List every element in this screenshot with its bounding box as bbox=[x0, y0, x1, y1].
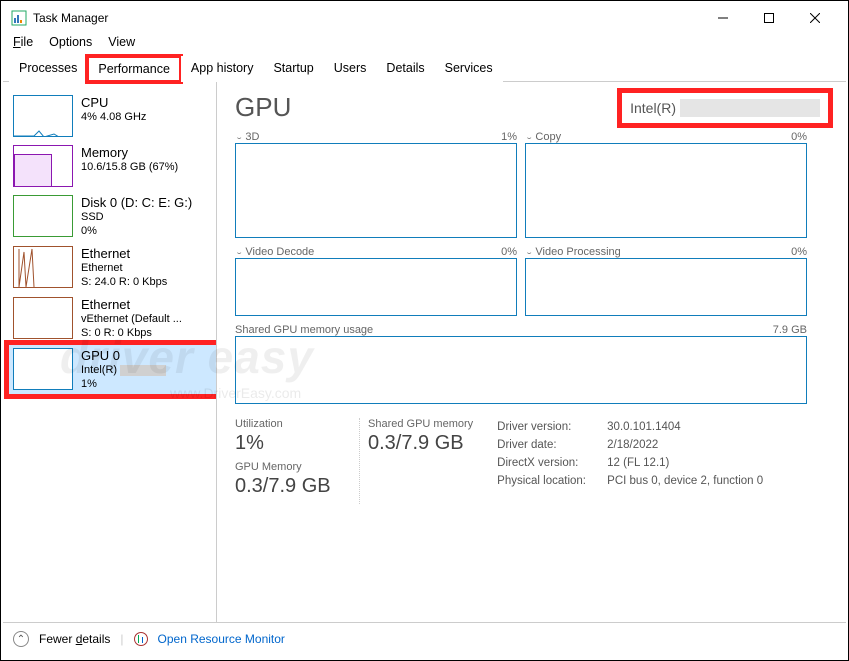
eth2-l1: vEthernet (Default ... bbox=[81, 312, 182, 326]
tab-users[interactable]: Users bbox=[324, 56, 377, 82]
sidebar-ethernet-1[interactable]: EthernetEthernetS: 24.0 R: 0 Kbps bbox=[9, 243, 216, 292]
main-title: GPU bbox=[235, 92, 291, 123]
menu-view[interactable]: View bbox=[108, 35, 135, 49]
device-redacted bbox=[680, 99, 820, 117]
chart-shared-label: Shared GPU memory usage bbox=[235, 324, 373, 336]
gpu-l2: 1% bbox=[81, 377, 166, 391]
ethernet2-thumb-icon bbox=[13, 297, 73, 339]
sidebar-gpu0[interactable]: GPU 0Intel(R)1% bbox=[9, 345, 216, 394]
dx-l: DirectX version: bbox=[497, 454, 607, 472]
dd-l: Driver date: bbox=[497, 436, 607, 454]
drv-l: Driver version: bbox=[497, 418, 607, 436]
disk-l1: SSD bbox=[81, 210, 192, 224]
shared-mem-value: 0.3/7.9 GB bbox=[368, 432, 473, 455]
dd-v: 2/18/2022 bbox=[607, 439, 658, 451]
tab-bar: Processes Performance App history Startu… bbox=[3, 55, 846, 82]
performance-main: GPU Intel(R) ⌄3D1% ⌄Copy0% ⌄Video Decode… bbox=[217, 82, 846, 622]
menu-file[interactable]: File bbox=[13, 35, 33, 49]
sidebar-memory[interactable]: Memory10.6/15.8 GB (67%) bbox=[9, 142, 216, 190]
chart-shared-memory[interactable] bbox=[235, 336, 807, 404]
tab-performance[interactable]: Performance bbox=[87, 56, 181, 82]
footer: ⌃ Fewer details | Open Resource Monitor bbox=[3, 622, 846, 655]
sidebar-cpu[interactable]: CPU4% 4.08 GHz bbox=[9, 92, 216, 140]
utilization-value: 1% bbox=[235, 432, 335, 455]
memory-thumb-icon bbox=[13, 145, 73, 187]
cpu-name: CPU bbox=[81, 96, 146, 110]
cpu-thumb-icon bbox=[13, 95, 73, 137]
fewer-details-chevron-icon[interactable]: ⌃ bbox=[13, 631, 29, 647]
open-resource-monitor-link[interactable]: Open Resource Monitor bbox=[158, 632, 285, 646]
chart-copy[interactable] bbox=[525, 143, 807, 238]
utilization-label: Utilization bbox=[235, 418, 335, 430]
disk-name: Disk 0 (D: C: E: G:) bbox=[81, 196, 192, 210]
gpu-thumb-icon bbox=[13, 348, 73, 390]
chart-vdec-pct: 0% bbox=[501, 246, 517, 258]
minimize-button[interactable] bbox=[700, 3, 746, 33]
disk-thumb-icon bbox=[13, 195, 73, 237]
disk-l2: 0% bbox=[81, 224, 192, 238]
sidebar-disk0[interactable]: Disk 0 (D: C: E: G:)SSD0% bbox=[9, 192, 216, 241]
close-button[interactable] bbox=[792, 3, 838, 33]
tab-processes[interactable]: Processes bbox=[9, 56, 87, 82]
eth1-l2: S: 24.0 R: 0 Kbps bbox=[81, 275, 167, 289]
menubar: File Options View bbox=[3, 33, 846, 55]
gpu-name: GPU 0 bbox=[81, 349, 166, 363]
titlebar: Task Manager bbox=[3, 3, 846, 33]
maximize-button[interactable] bbox=[746, 3, 792, 33]
chart-3d-pct: 1% bbox=[501, 131, 517, 143]
tab-startup[interactable]: Startup bbox=[263, 56, 323, 82]
fewer-details-link[interactable]: Fewer details bbox=[39, 632, 110, 646]
cpu-stat: 4% 4.08 GHz bbox=[81, 110, 146, 124]
tab-details[interactable]: Details bbox=[376, 56, 434, 82]
chart-video-processing[interactable] bbox=[525, 258, 807, 316]
task-manager-icon bbox=[11, 10, 27, 26]
chart-video-decode[interactable] bbox=[235, 258, 517, 316]
menu-options[interactable]: Options bbox=[49, 35, 92, 49]
memory-name: Memory bbox=[81, 146, 178, 160]
gpu-memory-value: 0.3/7.9 GB bbox=[235, 475, 335, 498]
eth1-name: Ethernet bbox=[81, 247, 167, 261]
performance-sidebar: CPU4% 4.08 GHz Memory10.6/15.8 GB (67%) … bbox=[3, 82, 217, 622]
resource-monitor-icon bbox=[134, 632, 148, 646]
eth2-name: Ethernet bbox=[81, 298, 182, 312]
chart-vproc-pct: 0% bbox=[791, 246, 807, 258]
gpu-l1: Intel(R) bbox=[81, 363, 117, 377]
chart-shared-max: 7.9 GB bbox=[773, 324, 807, 336]
sidebar-ethernet-2[interactable]: EthernetvEthernet (Default ...S: 0 R: 0 … bbox=[9, 294, 216, 343]
gpu-device-name: Intel(R) bbox=[622, 93, 828, 123]
chart-vdec-label[interactable]: Video Decode bbox=[245, 246, 314, 258]
drv-v: 30.0.101.1404 bbox=[607, 421, 681, 433]
chart-copy-pct: 0% bbox=[791, 131, 807, 143]
tab-services[interactable]: Services bbox=[435, 56, 503, 82]
chart-3d[interactable] bbox=[235, 143, 517, 238]
chart-3d-label[interactable]: 3D bbox=[245, 131, 259, 143]
pl-l: Physical location: bbox=[497, 472, 607, 490]
dx-v: 12 (FL 12.1) bbox=[607, 457, 669, 469]
memory-stat: 10.6/15.8 GB (67%) bbox=[81, 160, 178, 174]
ethernet-thumb-icon bbox=[13, 246, 73, 288]
eth2-l2: S: 0 R: 0 Kbps bbox=[81, 326, 182, 340]
tab-app-history[interactable]: App history bbox=[181, 56, 264, 82]
shared-mem-label: Shared GPU memory bbox=[368, 418, 473, 430]
eth1-l1: Ethernet bbox=[81, 261, 167, 275]
chart-vproc-label[interactable]: Video Processing bbox=[535, 246, 620, 258]
device-prefix: Intel(R) bbox=[630, 100, 676, 116]
gpu-memory-label: GPU Memory bbox=[235, 461, 335, 473]
pl-v: PCI bus 0, device 2, function 0 bbox=[607, 475, 763, 487]
chart-copy-label[interactable]: Copy bbox=[535, 131, 561, 143]
window-title: Task Manager bbox=[33, 11, 700, 25]
